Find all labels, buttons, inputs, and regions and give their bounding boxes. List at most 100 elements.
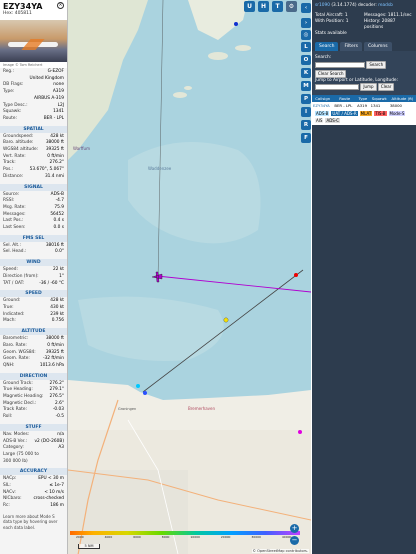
panel-tabs: Search Filters Columns <box>312 39 416 51</box>
colorbar-tick: 8000 <box>161 535 170 539</box>
section-title[interactable]: SPEED <box>0 290 67 298</box>
map-button-u[interactable]: U <box>244 1 255 12</box>
legend-item: ADS-C <box>325 117 341 123</box>
tab-filters[interactable]: Filters <box>340 42 362 51</box>
toolbar-button-o[interactable]: O <box>301 55 311 65</box>
toolbar-button-r[interactable]: R <box>301 120 311 130</box>
place-label: Groningen <box>118 407 136 411</box>
section-title[interactable]: ALTITUDE <box>0 328 67 336</box>
legend-item: UAT / ADS-R <box>331 110 358 116</box>
section-title[interactable]: FMS SEL <box>0 234 67 242</box>
column-header[interactable]: Route <box>333 94 357 102</box>
toolbar-button-l[interactable]: L <box>301 42 311 52</box>
info-row: Baro. Rate: 0 ft/min <box>3 342 64 348</box>
search-button[interactable]: Search <box>366 61 387 69</box>
aircraft-icon[interactable] <box>151 271 163 283</box>
info-row: Pos.: 53.670°, 5.067° <box>3 167 64 173</box>
decoder-link[interactable]: readsb <box>378 3 393 8</box>
aircraft-list-panel: sr1090 (3.14.1774) decoder: readsb Total… <box>312 0 416 554</box>
jump-button[interactable]: Jump <box>360 83 377 91</box>
colorbar-tick: 4000 <box>104 535 113 539</box>
info-row: Large (75 000 to <box>3 451 39 457</box>
map-view[interactable]: Warffum Groningen Bremerhaven Waddenzee … <box>68 0 311 554</box>
colorbar-tick: 30000 <box>251 535 261 539</box>
info-row: True: 430 kt <box>3 304 64 310</box>
basic-info: Reg.: G-EZOF United Kingdom DB Flags: none Ty… <box>0 68 67 124</box>
section-title[interactable]: WIND <box>0 259 67 267</box>
clear-search-button[interactable]: Clear Search <box>315 69 347 78</box>
header-link[interactable]: sr1090 <box>315 3 330 8</box>
section-title[interactable]: ACCURACY <box>0 468 67 476</box>
tab-columns[interactable]: Columns <box>363 42 392 51</box>
toolbar-button-f[interactable]: F <box>301 133 311 143</box>
map-button-t[interactable]: T <box>272 1 283 12</box>
info-row: 300 000 lb) <box>3 458 28 464</box>
section-title[interactable]: DIRECTION <box>0 372 67 380</box>
info-row: Type: A319 <box>3 89 64 95</box>
colorbar-tick: 10000 <box>190 535 200 539</box>
zoom-out-button[interactable]: − <box>290 536 299 545</box>
toolbar-button-k[interactable]: K <box>301 68 311 78</box>
aircraft-photo[interactable] <box>0 20 67 62</box>
chevron-left-icon[interactable]: ‹ <box>301 3 311 13</box>
column-header[interactable]: Callsign <box>312 94 334 102</box>
info-row: Category: A3 <box>3 445 64 451</box>
toolbar-button-i[interactable]: I <box>301 107 311 117</box>
colorbar-tick: 6000 <box>133 535 141 539</box>
column-header[interactable]: Squawk <box>369 94 389 102</box>
map-button-h[interactable]: H <box>258 1 269 12</box>
info-row: Ground: 428 kt <box>3 298 64 304</box>
learn-more-note: Learn more about Mode S data type by hov… <box>3 513 58 530</box>
toolbar-button-p[interactable]: P <box>301 94 311 104</box>
search-input[interactable] <box>315 62 365 68</box>
legend-item: MLAT <box>359 110 373 116</box>
info-row: Nav. Modes: n/a <box>3 431 64 437</box>
info-row: Geom. Rate: -32 ft/min <box>3 356 64 362</box>
info-row: QNH: 1013.6 hPa <box>3 362 64 368</box>
callsign: EZY34YA <box>3 2 43 11</box>
legend-item: TIS-B <box>374 110 387 116</box>
aircraft-info-panel: EZY34YA Hex: 405811 × Image © Tom Reiche… <box>0 0 68 554</box>
info-row: RSSI: -4.7 <box>3 198 64 204</box>
colorbar-tick: 20000 <box>220 535 231 539</box>
info-row: Speed: 22 kt <box>3 267 64 273</box>
column-header[interactable]: Altitude (ft) <box>388 94 416 102</box>
section-title[interactable]: STUFF <box>0 423 67 431</box>
legend-item: Mode-S <box>388 110 406 116</box>
info-row: Sel. Head.: 0.0° <box>3 249 64 255</box>
close-icon[interactable]: × <box>57 2 64 9</box>
info-row: Track Rate: -0.03 <box>3 407 64 413</box>
info-row: Mach: 0.756 <box>3 318 64 324</box>
chevron-right-icon[interactable]: › <box>301 18 311 28</box>
source-legend: ADS-B UAT / ADS-R MLAT TIS-B Mode-S AIS ADS-C <box>312 108 416 125</box>
settings-gear-icon[interactable]: ⚙ <box>286 1 297 12</box>
aircraft-table: Callsign Route Type Squawk Altitude (ft) EZY… <box>312 94 416 109</box>
info-row: Magnetic Heading: 276.5° <box>3 394 64 400</box>
section-title[interactable]: SIGNAL <box>0 183 67 191</box>
place-label: Warffum <box>73 146 90 151</box>
info-row: Squawk: 1341 <box>3 109 64 115</box>
table-row[interactable]: EZY34YA BER - LPL A319 1341 38000 <box>312 101 416 109</box>
section-title[interactable]: SPATIAL <box>0 125 67 133</box>
info-row: Last Seen: 0.0 s <box>3 225 64 231</box>
colorbar-tick: 2000 <box>76 535 84 539</box>
info-header: EZY34YA Hex: 405811 × <box>0 0 67 20</box>
info-row: Route: BER - LPL <box>3 115 64 121</box>
stats-link[interactable]: Stats available <box>315 31 364 37</box>
search-panel: Search: Search Clear Search Jump to Airp… <box>312 51 416 95</box>
map-canvas[interactable]: Warffum Groningen Bremerhaven Waddenzee <box>68 0 311 554</box>
zoom-in-button[interactable]: + <box>290 524 299 533</box>
info-row: Rc: 186 m <box>3 503 64 509</box>
clear-button[interactable]: Clear <box>377 83 395 91</box>
info-row: AIRBUS A-319 <box>34 95 64 101</box>
table-cell: 1341 <box>369 101 389 109</box>
jump-input[interactable] <box>315 84 359 90</box>
info-row: SIL: ≤ 1e-7 <box>3 483 64 489</box>
panel-header: sr1090 (3.14.1774) decoder: readsb <box>315 3 393 8</box>
info-row: WGS84 altitude: 39325 ft <box>3 147 64 153</box>
column-header[interactable]: Type <box>356 94 370 102</box>
target-icon[interactable]: ◎ <box>301 30 311 40</box>
table-cell: A319 <box>356 101 370 109</box>
tab-search[interactable]: Search <box>315 42 339 51</box>
toolbar-button-m[interactable]: M <box>301 81 311 91</box>
